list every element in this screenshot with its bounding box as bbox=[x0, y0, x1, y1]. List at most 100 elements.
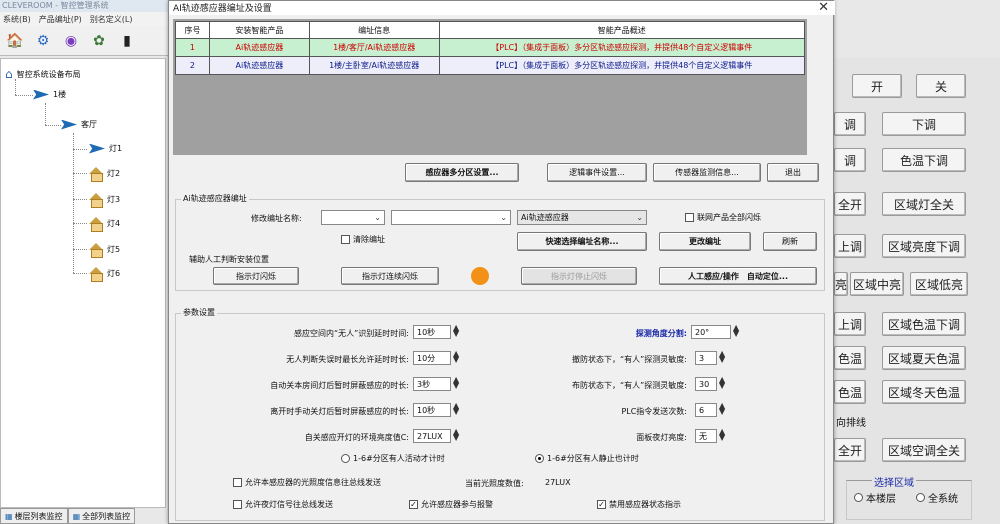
tree-light-1[interactable]: 灯1 bbox=[89, 143, 122, 154]
param-label: 自动关本房间灯后暂时屏蔽感应的时长: bbox=[270, 381, 409, 390]
app-title: CLEVEROOM - 智控管理系统 bbox=[0, 0, 170, 12]
timing-static-radio[interactable]: 1-6#分区有人静止也计时 bbox=[535, 453, 639, 464]
color-down-button[interactable]: 色温下调 bbox=[882, 148, 966, 172]
refresh-button[interactable]: 刷新 bbox=[763, 232, 817, 251]
mid-partial-button[interactable]: 亮 bbox=[834, 272, 848, 296]
spinner-icon[interactable]: ▲ ▼ bbox=[719, 428, 725, 442]
param-label: 撤防状态下，“有人”探测灵敏度: bbox=[572, 355, 687, 364]
current-lux-label: 当前光照度数值: bbox=[465, 479, 524, 488]
home-icon[interactable]: 🏠 bbox=[3, 29, 27, 53]
zone-summer-color-button[interactable]: 区域夏天色温 bbox=[882, 346, 966, 370]
bottom-tabs: ▦ 楼层列表监控 ▦ 全部列表监控 bbox=[0, 508, 166, 524]
multi-zone-settings-button[interactable]: 感应器多分区设置... bbox=[405, 163, 519, 182]
param-disarm-sensitivity[interactable]: 3 bbox=[695, 351, 717, 365]
address-combo-3[interactable]: Ai轨迹感应器 ⌄ bbox=[517, 210, 647, 225]
menu-system[interactable]: 系统(B) bbox=[3, 14, 31, 25]
house-icon bbox=[89, 193, 103, 208]
toolbar: 🏠 ⚙ ◉ ✿ ▮ bbox=[0, 26, 170, 56]
zone-low-button[interactable]: 区域低亮 bbox=[910, 272, 968, 296]
color2-partial-button[interactable]: 色温 bbox=[834, 380, 866, 404]
all-on-partial-button[interactable]: 全开 bbox=[834, 192, 866, 216]
disable-status-indicator-checkbox[interactable]: ✓ 禁用感应器状态指示 bbox=[597, 499, 681, 510]
param-max-delay[interactable]: 10分 bbox=[413, 351, 451, 365]
down-button[interactable]: 下调 bbox=[882, 112, 966, 136]
send-lux-checkbox[interactable]: 允许本感应器的光照度信息往总线发送 bbox=[233, 477, 381, 488]
spinner-icon[interactable]: ▲ ▼ bbox=[453, 350, 459, 364]
zone-winter-color-button[interactable]: 区域冬天色温 bbox=[882, 380, 966, 404]
alarm-participation-checkbox[interactable]: ✓ 允许感应器参与报警 bbox=[409, 499, 493, 510]
up-adjust-partial-button[interactable]: 上调 bbox=[834, 234, 866, 258]
tree-light-5[interactable]: 灯5 bbox=[89, 243, 120, 258]
param-plc-send-count[interactable]: 6 bbox=[695, 403, 717, 417]
clear-address-checkbox[interactable]: 清除编址 bbox=[341, 234, 385, 245]
spinner-icon[interactable]: ▲ ▼ bbox=[453, 376, 459, 390]
gear-user-icon[interactable]: ⚙ bbox=[31, 29, 55, 53]
zone-bright-down-button[interactable]: 区域亮度下调 bbox=[882, 234, 966, 258]
col-index[interactable]: 序号 bbox=[175, 21, 210, 39]
col-description[interactable]: 智能产品概述 bbox=[438, 21, 806, 39]
param-night-light[interactable]: 无 bbox=[695, 429, 717, 443]
menu-alias[interactable]: 别名定义(L) bbox=[90, 14, 133, 25]
color1-partial-button[interactable]: 色温 bbox=[834, 346, 866, 370]
tree-light-6[interactable]: 灯6 bbox=[89, 267, 120, 282]
col-product[interactable]: 安装智能产品 bbox=[208, 21, 310, 39]
up2-partial-button[interactable]: 上调 bbox=[834, 312, 866, 336]
stop-flash-button[interactable]: 指示灯停止闪烁 bbox=[521, 267, 637, 285]
param-no-person-delay[interactable]: 10秒 bbox=[413, 325, 451, 339]
close-icon[interactable]: ✕ bbox=[818, 0, 829, 15]
settings-icon[interactable]: ✿ bbox=[87, 29, 111, 53]
param-manual-off-mask[interactable]: 10秒 bbox=[413, 403, 451, 417]
exit-button[interactable]: 退出 bbox=[767, 163, 819, 182]
up-partial-button[interactable]: 调 bbox=[834, 112, 866, 136]
param-arm-sensitivity[interactable]: 30 bbox=[695, 377, 717, 391]
tree-root[interactable]: ⌂ 智控系统设备布局 bbox=[5, 67, 81, 81]
zone-mid-button[interactable]: 区域中亮 bbox=[850, 272, 904, 296]
linked-flash-checkbox[interactable]: 联网产品全部闪烁 bbox=[685, 212, 761, 223]
flash-continuous-button[interactable]: 指示灯连续闪烁 bbox=[341, 267, 439, 285]
manual-sense-button[interactable]: 人工感应/操作 自动定位... bbox=[659, 267, 817, 285]
tree-light-2[interactable]: 灯2 bbox=[89, 167, 120, 182]
spinner-icon[interactable]: ▲ ▼ bbox=[453, 428, 459, 442]
tree-light-4[interactable]: 灯4 bbox=[89, 217, 120, 232]
address-combo-2[interactable]: ⌄ bbox=[391, 210, 511, 225]
zone-all-off-button[interactable]: 区域灯全关 bbox=[882, 192, 966, 216]
tab-all-list[interactable]: ▦ 全部列表监控 bbox=[67, 508, 136, 524]
timing-active-radio[interactable]: 1-6#分区有人活动才计时 bbox=[341, 453, 445, 464]
table-row[interactable]: 2 Ai轨迹感应器 1楼/主卧室/Ai轨迹感应器 【PLC】（集成于面板）多分区… bbox=[175, 56, 806, 75]
param-angle[interactable]: 20° bbox=[691, 325, 731, 339]
change-address-button[interactable]: 更改编址 bbox=[659, 232, 751, 251]
zone-ac-all-off-button[interactable]: 区域空调全关 bbox=[882, 438, 966, 462]
this-floor-radio[interactable]: 本楼层 bbox=[854, 490, 896, 505]
all-on2-partial-button[interactable]: 全开 bbox=[834, 438, 866, 462]
tree-light-3[interactable]: 灯3 bbox=[89, 193, 120, 208]
tree-room[interactable]: 客厅 bbox=[61, 119, 97, 130]
param-auto-off-mask[interactable]: 3秒 bbox=[413, 377, 451, 391]
params-group-title: 参数设置 bbox=[181, 307, 217, 318]
spinner-icon[interactable]: ▲ ▼ bbox=[719, 350, 725, 364]
flash-button[interactable]: 指示灯闪烁 bbox=[213, 267, 299, 285]
tab-floor-list[interactable]: ▦ 楼层列表监控 bbox=[0, 508, 68, 524]
table-row[interactable]: 1 Ai轨迹感应器 1楼/客厅/Ai轨迹感应器 【PLC】（集成于面板）多分区轨… bbox=[175, 38, 806, 57]
spinner-icon[interactable]: ▲ ▼ bbox=[453, 324, 459, 338]
spinner-icon[interactable]: ▲ ▼ bbox=[719, 376, 725, 390]
all-system-radio[interactable]: 全系统 bbox=[916, 490, 958, 505]
spinner-icon[interactable]: ▲ ▼ bbox=[719, 402, 725, 416]
sensor-monitor-button[interactable]: 传感器监测信息... bbox=[653, 163, 761, 182]
send-night-light-checkbox[interactable]: 允许夜灯信号往总线发送 bbox=[233, 499, 333, 510]
device-icon[interactable]: ▮ bbox=[115, 29, 139, 53]
param-lux-threshold[interactable]: 27LUX bbox=[413, 429, 451, 443]
assist-label: 辅助人工判断安装位置 bbox=[189, 255, 269, 264]
off-button[interactable]: 关 bbox=[916, 74, 966, 98]
tone-partial-button[interactable]: 调 bbox=[834, 148, 866, 172]
logic-event-settings-button[interactable]: 逻辑事件设置... bbox=[547, 163, 647, 182]
tree-building[interactable]: 1楼 bbox=[33, 89, 66, 100]
address-combo-1[interactable]: ⌄ bbox=[321, 210, 385, 225]
col-address[interactable]: 编址信息 bbox=[308, 21, 440, 39]
zone-color-down-button[interactable]: 区域色温下调 bbox=[882, 312, 966, 336]
spinner-icon[interactable]: ▲ ▼ bbox=[453, 402, 459, 416]
disc-icon[interactable]: ◉ bbox=[59, 29, 83, 53]
menu-product-address[interactable]: 产品编址(P) bbox=[39, 14, 82, 25]
spinner-icon[interactable]: ▲ ▼ bbox=[733, 324, 739, 338]
quick-select-button[interactable]: 快速选择编址名称... bbox=[517, 232, 647, 251]
on-button[interactable]: 开 bbox=[852, 74, 902, 98]
